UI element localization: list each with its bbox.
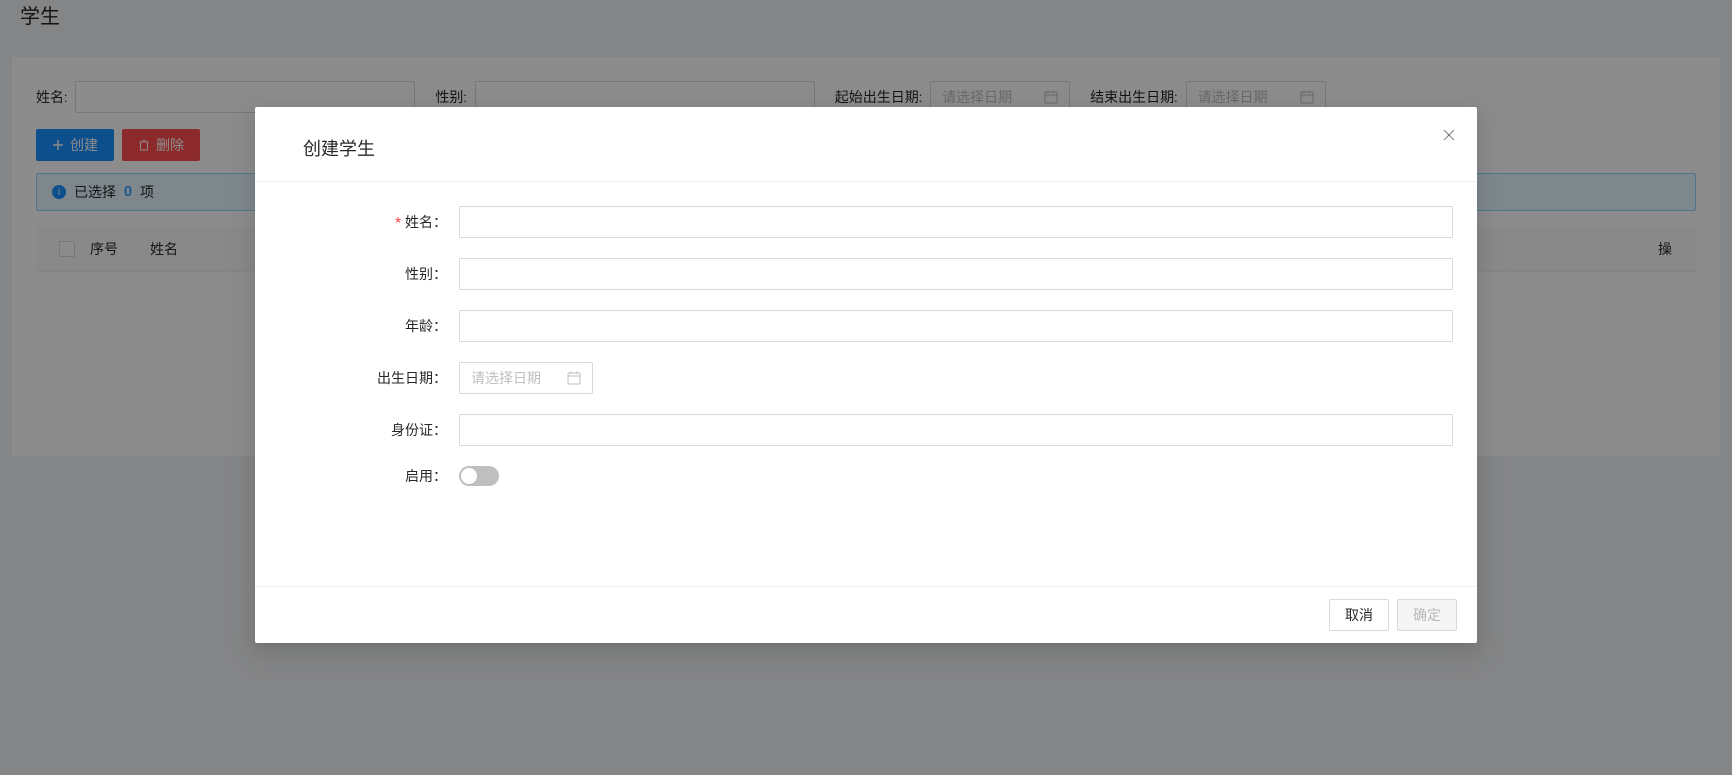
modal-title: 创建学生 bbox=[303, 135, 1453, 161]
form-label-id: 身份证： bbox=[279, 420, 459, 440]
form-row-enable: 启用： bbox=[279, 466, 1453, 486]
close-icon bbox=[1442, 128, 1456, 142]
age-input[interactable] bbox=[459, 310, 1453, 342]
modal-header: 创建学生 bbox=[255, 107, 1477, 182]
enable-switch[interactable] bbox=[459, 466, 499, 486]
form-control-name bbox=[459, 206, 1453, 238]
form-row-age: 年龄： bbox=[279, 310, 1453, 342]
id-input[interactable] bbox=[459, 414, 1453, 446]
form-control-age bbox=[459, 310, 1453, 342]
form-label-gender: 性别： bbox=[279, 264, 459, 284]
cancel-button-label: 取消 bbox=[1345, 605, 1373, 625]
birth-date-placeholder: 请选择日期 bbox=[471, 368, 541, 388]
gender-input[interactable] bbox=[459, 258, 1453, 290]
form-row-gender: 性别： bbox=[279, 258, 1453, 290]
form-row-name: *姓名： bbox=[279, 206, 1453, 238]
modal-footer: 取消 确定 bbox=[255, 586, 1477, 643]
create-student-modal: 创建学生 *姓名： 性别： 年龄： bbox=[255, 107, 1477, 643]
form-control-gender bbox=[459, 258, 1453, 290]
required-mark: * bbox=[395, 215, 401, 231]
confirm-button[interactable]: 确定 bbox=[1397, 599, 1457, 631]
modal-close-button[interactable] bbox=[1437, 123, 1461, 147]
form-label-enable: 启用： bbox=[279, 466, 459, 486]
birth-date-picker[interactable]: 请选择日期 bbox=[459, 362, 593, 394]
form-control-birth: 请选择日期 bbox=[459, 362, 1453, 394]
name-input[interactable] bbox=[459, 206, 1453, 238]
form-control-id bbox=[459, 414, 1453, 446]
form-label-age: 年龄： bbox=[279, 316, 459, 336]
calendar-icon bbox=[567, 371, 581, 385]
form-control-enable bbox=[459, 466, 1453, 486]
form-label-birth: 出生日期： bbox=[279, 368, 459, 388]
modal-mask[interactable]: 创建学生 *姓名： 性别： 年龄： bbox=[0, 0, 1732, 775]
form-row-birth: 出生日期： 请选择日期 bbox=[279, 362, 1453, 394]
confirm-button-label: 确定 bbox=[1413, 605, 1441, 625]
form-row-id: 身份证： bbox=[279, 414, 1453, 446]
cancel-button[interactable]: 取消 bbox=[1329, 599, 1389, 631]
form-label-name: *姓名： bbox=[279, 212, 459, 232]
modal-body: *姓名： 性别： 年龄： 出生日期： bbox=[255, 182, 1477, 586]
